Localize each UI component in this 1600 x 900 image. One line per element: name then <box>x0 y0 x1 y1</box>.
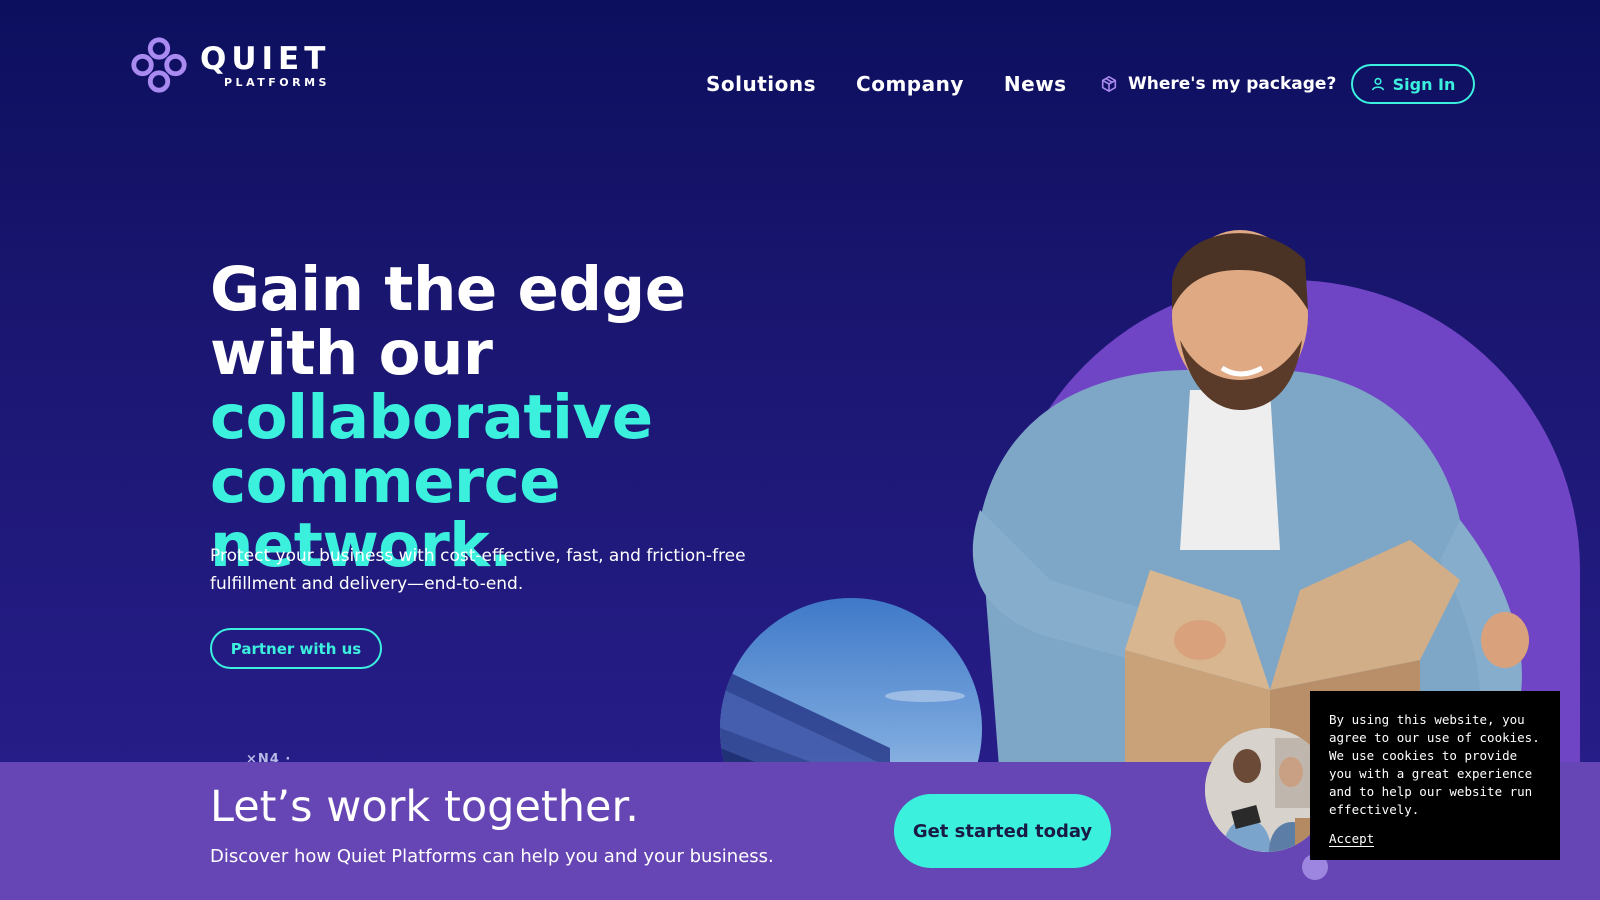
cta-title: Let’s work together. <box>210 782 639 832</box>
headline-text: Gain the edge with our <box>210 254 686 389</box>
cookie-banner: By using this website, you agree to our … <box>1310 691 1560 860</box>
main-nav: Solutions Company News <box>706 72 1067 96</box>
cta-description: Discover how Quiet Platforms can help yo… <box>210 846 774 867</box>
nav-company[interactable]: Company <box>856 72 964 96</box>
track-package-label: Where's my package? <box>1128 74 1337 94</box>
sign-in-button[interactable]: Sign In <box>1351 64 1475 104</box>
hero-subtext: Protect your business with cost-effectiv… <box>210 546 746 594</box>
nav-solutions[interactable]: Solutions <box>706 72 816 96</box>
get-started-button[interactable]: Get started today <box>894 794 1111 868</box>
package-icon <box>1101 75 1117 93</box>
cookie-accept-button[interactable]: Accept <box>1329 831 1375 847</box>
quiet-logo-icon <box>131 37 187 93</box>
logo-subtitle: PLATFORMS <box>224 75 330 89</box>
sign-in-label: Sign In <box>1392 74 1456 94</box>
nav-news[interactable]: News <box>1004 72 1067 96</box>
logo-text: QUIET PLATFORMS <box>200 42 330 89</box>
site-logo[interactable]: QUIET PLATFORMS <box>128 34 330 96</box>
logo-word: QUIET <box>200 40 331 77</box>
hero-headline: Gain the edge with our collaborative com… <box>210 258 850 578</box>
cookie-text: By using this website, you agree to our … <box>1329 712 1540 817</box>
track-package-link[interactable]: Where's my package? <box>1100 74 1336 94</box>
user-icon <box>1371 77 1384 91</box>
partner-with-us-button[interactable]: Partner with us <box>210 628 382 669</box>
